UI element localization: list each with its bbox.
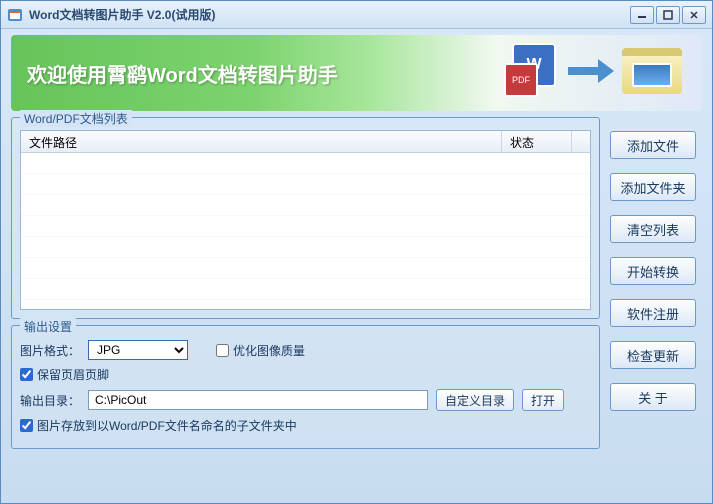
optimize-quality-label: 优化图像质量 [233, 342, 305, 359]
subfolder-label: 图片存放到以Word/PDF文件名命名的子文件夹中 [37, 417, 297, 434]
format-label: 图片格式： [20, 342, 80, 359]
keep-header-input[interactable] [20, 368, 33, 381]
register-button[interactable]: 软件注册 [610, 299, 696, 327]
add-file-button[interactable]: 添加文件 [610, 131, 696, 159]
minimize-button[interactable] [630, 6, 654, 24]
output-group: 输出设置 图片格式： JPG 优化图像质量 保留页眉页脚 [11, 325, 600, 449]
optimize-quality-input[interactable] [216, 344, 229, 357]
col-status[interactable]: 状态 [502, 131, 572, 152]
app-window: Word文档转图片助手 V2.0(试用版) 欢迎使用霄鹞Word文档转图片助手 … [0, 0, 713, 504]
format-row: 图片格式： JPG 优化图像质量 [20, 340, 591, 360]
close-button[interactable] [682, 6, 706, 24]
custom-dir-button[interactable]: 自定义目录 [436, 389, 514, 411]
file-table[interactable]: 文件路径 状态 [20, 130, 591, 310]
optimize-quality-checkbox[interactable]: 优化图像质量 [216, 342, 305, 359]
add-folder-button[interactable]: 添加文件夹 [610, 173, 696, 201]
filelist-group-title: Word/PDF文档列表 [20, 110, 132, 127]
filelist-group: Word/PDF文档列表 文件路径 状态 [11, 117, 600, 319]
table-header: 文件路径 状态 [21, 131, 590, 153]
keep-header-checkbox[interactable]: 保留页眉页脚 [20, 366, 109, 383]
titlebar: Word文档转图片助手 V2.0(试用版) [1, 1, 712, 29]
start-convert-button[interactable]: 开始转换 [610, 257, 696, 285]
picture-icon [632, 63, 672, 87]
col-pad [572, 131, 590, 152]
document-stack-icon: W PDF [504, 43, 560, 99]
app-icon [7, 7, 23, 23]
subfolder-row: 图片存放到以Word/PDF文件名命名的子文件夹中 [20, 417, 591, 434]
format-select[interactable]: JPG [88, 340, 188, 360]
keep-header-row: 保留页眉页脚 [20, 366, 591, 383]
outdir-row: 输出目录： 自定义目录 打开 [20, 389, 591, 411]
banner: 欢迎使用霄鹞Word文档转图片助手 W PDF [11, 35, 702, 111]
pdf-icon: PDF [504, 63, 538, 97]
check-update-button[interactable]: 检查更新 [610, 341, 696, 369]
banner-graphic: W PDF [504, 43, 682, 99]
folder-icon [622, 48, 682, 94]
window-title: Word文档转图片助手 V2.0(试用版) [29, 6, 630, 23]
outdir-input[interactable] [88, 390, 428, 410]
subfolder-input[interactable] [20, 419, 33, 432]
col-path[interactable]: 文件路径 [21, 131, 502, 152]
sidebar: 添加文件 添加文件夹 清空列表 开始转换 软件注册 检查更新 关 于 [610, 117, 702, 449]
maximize-button[interactable] [656, 6, 680, 24]
subfolder-checkbox[interactable]: 图片存放到以Word/PDF文件名命名的子文件夹中 [20, 417, 297, 434]
clear-list-button[interactable]: 清空列表 [610, 215, 696, 243]
keep-header-label: 保留页眉页脚 [37, 366, 109, 383]
banner-text: 欢迎使用霄鹞Word文档转图片助手 [27, 59, 338, 88]
left-column: Word/PDF文档列表 文件路径 状态 输出设置 图片格式： JPG [11, 117, 600, 449]
open-dir-button[interactable]: 打开 [522, 389, 564, 411]
table-body[interactable] [21, 153, 590, 309]
window-controls [630, 6, 706, 24]
output-group-title: 输出设置 [20, 318, 76, 335]
arrow-icon [568, 62, 614, 80]
outdir-label: 输出目录： [20, 392, 80, 409]
content-area: Word/PDF文档列表 文件路径 状态 输出设置 图片格式： JPG [1, 117, 712, 457]
about-button[interactable]: 关 于 [610, 383, 696, 411]
